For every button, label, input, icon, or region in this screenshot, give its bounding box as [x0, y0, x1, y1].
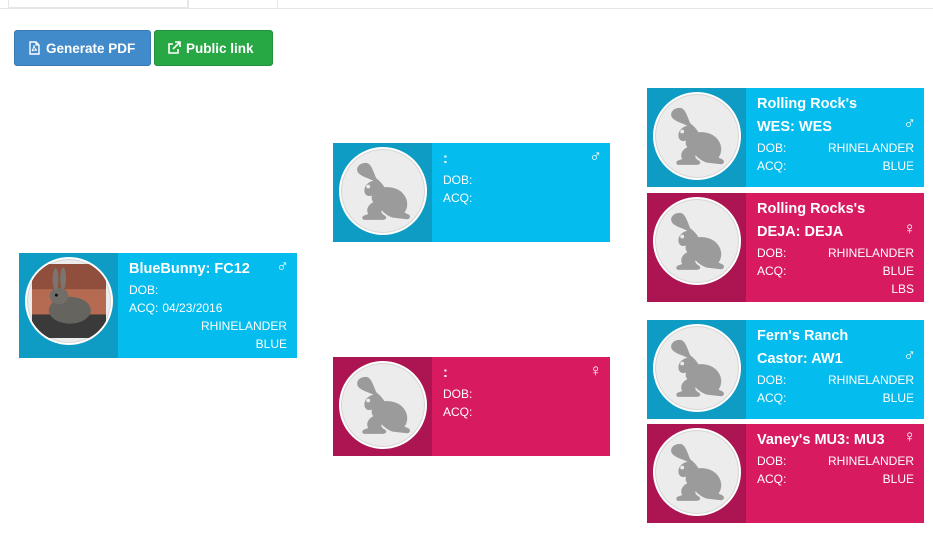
color-value: BLUE	[882, 472, 914, 486]
sire-name[interactable]: :	[443, 148, 600, 171]
external-link-icon	[168, 41, 181, 54]
dob-row: DOB: RHINELANDER	[757, 371, 914, 389]
rabbit-silhouette-icon	[338, 147, 427, 235]
subject-name[interactable]: BlueBunny: FC12	[129, 258, 287, 281]
dob-label: DOB:	[757, 141, 787, 155]
photo-column	[647, 88, 746, 187]
dob-label: DOB:	[443, 173, 473, 187]
dam-sire-name[interactable]: Fern's Ranch Castor: AW1	[757, 325, 914, 371]
rabbit-silhouette-icon	[338, 361, 427, 449]
breed-value: RHINELANDER	[827, 373, 914, 387]
photo-column	[647, 193, 746, 302]
acq-row: ACQ: BLUE	[757, 157, 914, 175]
dam-name[interactable]: :	[443, 362, 600, 385]
rabbit-silhouette-icon	[652, 92, 741, 180]
dob-row: DOB:	[443, 385, 600, 403]
sire-dam-name[interactable]: Rolling Rocks's DEJA: DEJA	[757, 198, 914, 244]
female-icon: ♀	[589, 361, 602, 380]
dob-row: DOB: RHINELANDER	[757, 452, 914, 470]
acq-label: ACQ:	[757, 472, 787, 486]
dob-label: DOB:	[757, 454, 787, 468]
rabbit-silhouette-icon	[652, 428, 741, 516]
acq-row: ACQ:	[443, 403, 600, 421]
acq-label: ACQ:	[757, 159, 787, 173]
pdf-file-icon	[29, 41, 40, 55]
tab-pedigree-list[interactable]	[8, 0, 188, 8]
rabbit-silhouette-icon	[652, 324, 741, 412]
generate-pdf-button[interactable]: Generate PDF	[14, 30, 151, 66]
generate-pdf-label: Generate PDF	[46, 40, 136, 56]
photo-column	[647, 320, 746, 419]
acq-row: ACQ: BLUE	[757, 262, 914, 280]
weight-value: LBS	[891, 282, 914, 296]
pedigree-card-dam-sire[interactable]: ♂ Fern's Ranch Castor: AW1 DOB: RHINELAND…	[647, 320, 924, 419]
sire-sire-name[interactable]: Rolling Rock's WES: WES	[757, 93, 914, 139]
sire-info: ♂ : DOB: ACQ:	[432, 143, 610, 242]
female-icon: ♀	[903, 427, 916, 446]
dob-row: DOB: RHINELANDER	[757, 139, 914, 157]
dob-label: DOB:	[129, 283, 159, 297]
female-icon: ♀	[903, 219, 916, 238]
sire-sire-info: ♂ Rolling Rock's WES: WES DOB: RHINELANDE…	[746, 88, 924, 187]
breed-value: RHINELANDER	[200, 319, 287, 333]
dob-row: DOB: RHINELANDER	[757, 244, 914, 262]
male-icon: ♂	[276, 257, 289, 276]
public-link-button[interactable]: Public link	[154, 30, 273, 66]
dam-info: ♀ : DOB: ACQ:	[432, 357, 610, 456]
male-icon: ♂	[589, 147, 602, 166]
sire-dam-info: ♀ Rolling Rocks's DEJA: DEJA DOB: RHINELA…	[746, 193, 924, 302]
pedigree-card-dam[interactable]: ♀ : DOB: ACQ:	[333, 357, 610, 456]
subject-info: ♂ BlueBunny: FC12 DOB: ACQ: 04/23/2016 RH…	[118, 253, 297, 358]
acq-row: ACQ: BLUE	[757, 389, 914, 407]
breed-value: RHINELANDER	[827, 246, 914, 260]
acq-row: ACQ: 04/23/2016	[129, 299, 287, 317]
dob-label: DOB:	[443, 387, 473, 401]
acq-label: ACQ:	[757, 391, 787, 405]
tab-strip	[0, 0, 933, 9]
color-value: BLUE	[882, 264, 914, 278]
color-value: BLUE	[882, 159, 914, 173]
breed-value: RHINELANDER	[827, 454, 914, 468]
rabbit-silhouette-icon	[652, 197, 741, 285]
pedigree-card-sire[interactable]: ♂ : DOB: ACQ:	[333, 143, 610, 242]
pedigree-card-sire-sire[interactable]: ♂ Rolling Rock's WES: WES DOB: RHINELANDE…	[647, 88, 924, 187]
photo-column	[647, 424, 746, 523]
dob-label: DOB:	[757, 246, 787, 260]
color-value: BLUE	[255, 337, 287, 351]
male-icon: ♂	[903, 114, 916, 133]
dob-row: DOB:	[129, 281, 287, 299]
acq-row: ACQ:	[443, 189, 600, 207]
dam-sire-info: ♂ Fern's Ranch Castor: AW1 DOB: RHINELAND…	[746, 320, 924, 419]
acq-value: 04/23/2016	[162, 301, 223, 315]
acq-label: ACQ:	[443, 405, 473, 419]
photo-column	[19, 253, 118, 358]
photo-column	[333, 143, 432, 242]
dob-row: DOB:	[443, 171, 600, 189]
dob-label: DOB:	[757, 373, 787, 387]
acq-label: ACQ:	[129, 301, 159, 315]
male-icon: ♂	[903, 346, 916, 365]
tab-pedigree-active[interactable]	[188, 0, 278, 8]
rabbit-photo	[24, 257, 113, 345]
photo-column	[333, 357, 432, 456]
breed-value: RHINELANDER	[827, 141, 914, 155]
dam-dam-info: ♀ Vaney's MU3: MU3 DOB: RHINELANDER ACQ: B…	[746, 424, 924, 523]
pedigree-card-dam-dam[interactable]: ♀ Vaney's MU3: MU3 DOB: RHINELANDER ACQ: B…	[647, 424, 924, 523]
acq-label: ACQ:	[757, 264, 787, 278]
color-value: BLUE	[882, 391, 914, 405]
public-link-label: Public link	[186, 40, 254, 56]
pedigree-card-subject[interactable]: ♂ BlueBunny: FC12 DOB: ACQ: 04/23/2016 RH…	[19, 253, 297, 358]
acq-row: ACQ: BLUE	[757, 470, 914, 488]
pedigree-card-sire-dam[interactable]: ♀ Rolling Rocks's DEJA: DEJA DOB: RHINELA…	[647, 193, 924, 302]
dam-dam-name[interactable]: Vaney's MU3: MU3	[757, 429, 914, 452]
acq-label: ACQ:	[443, 191, 473, 205]
